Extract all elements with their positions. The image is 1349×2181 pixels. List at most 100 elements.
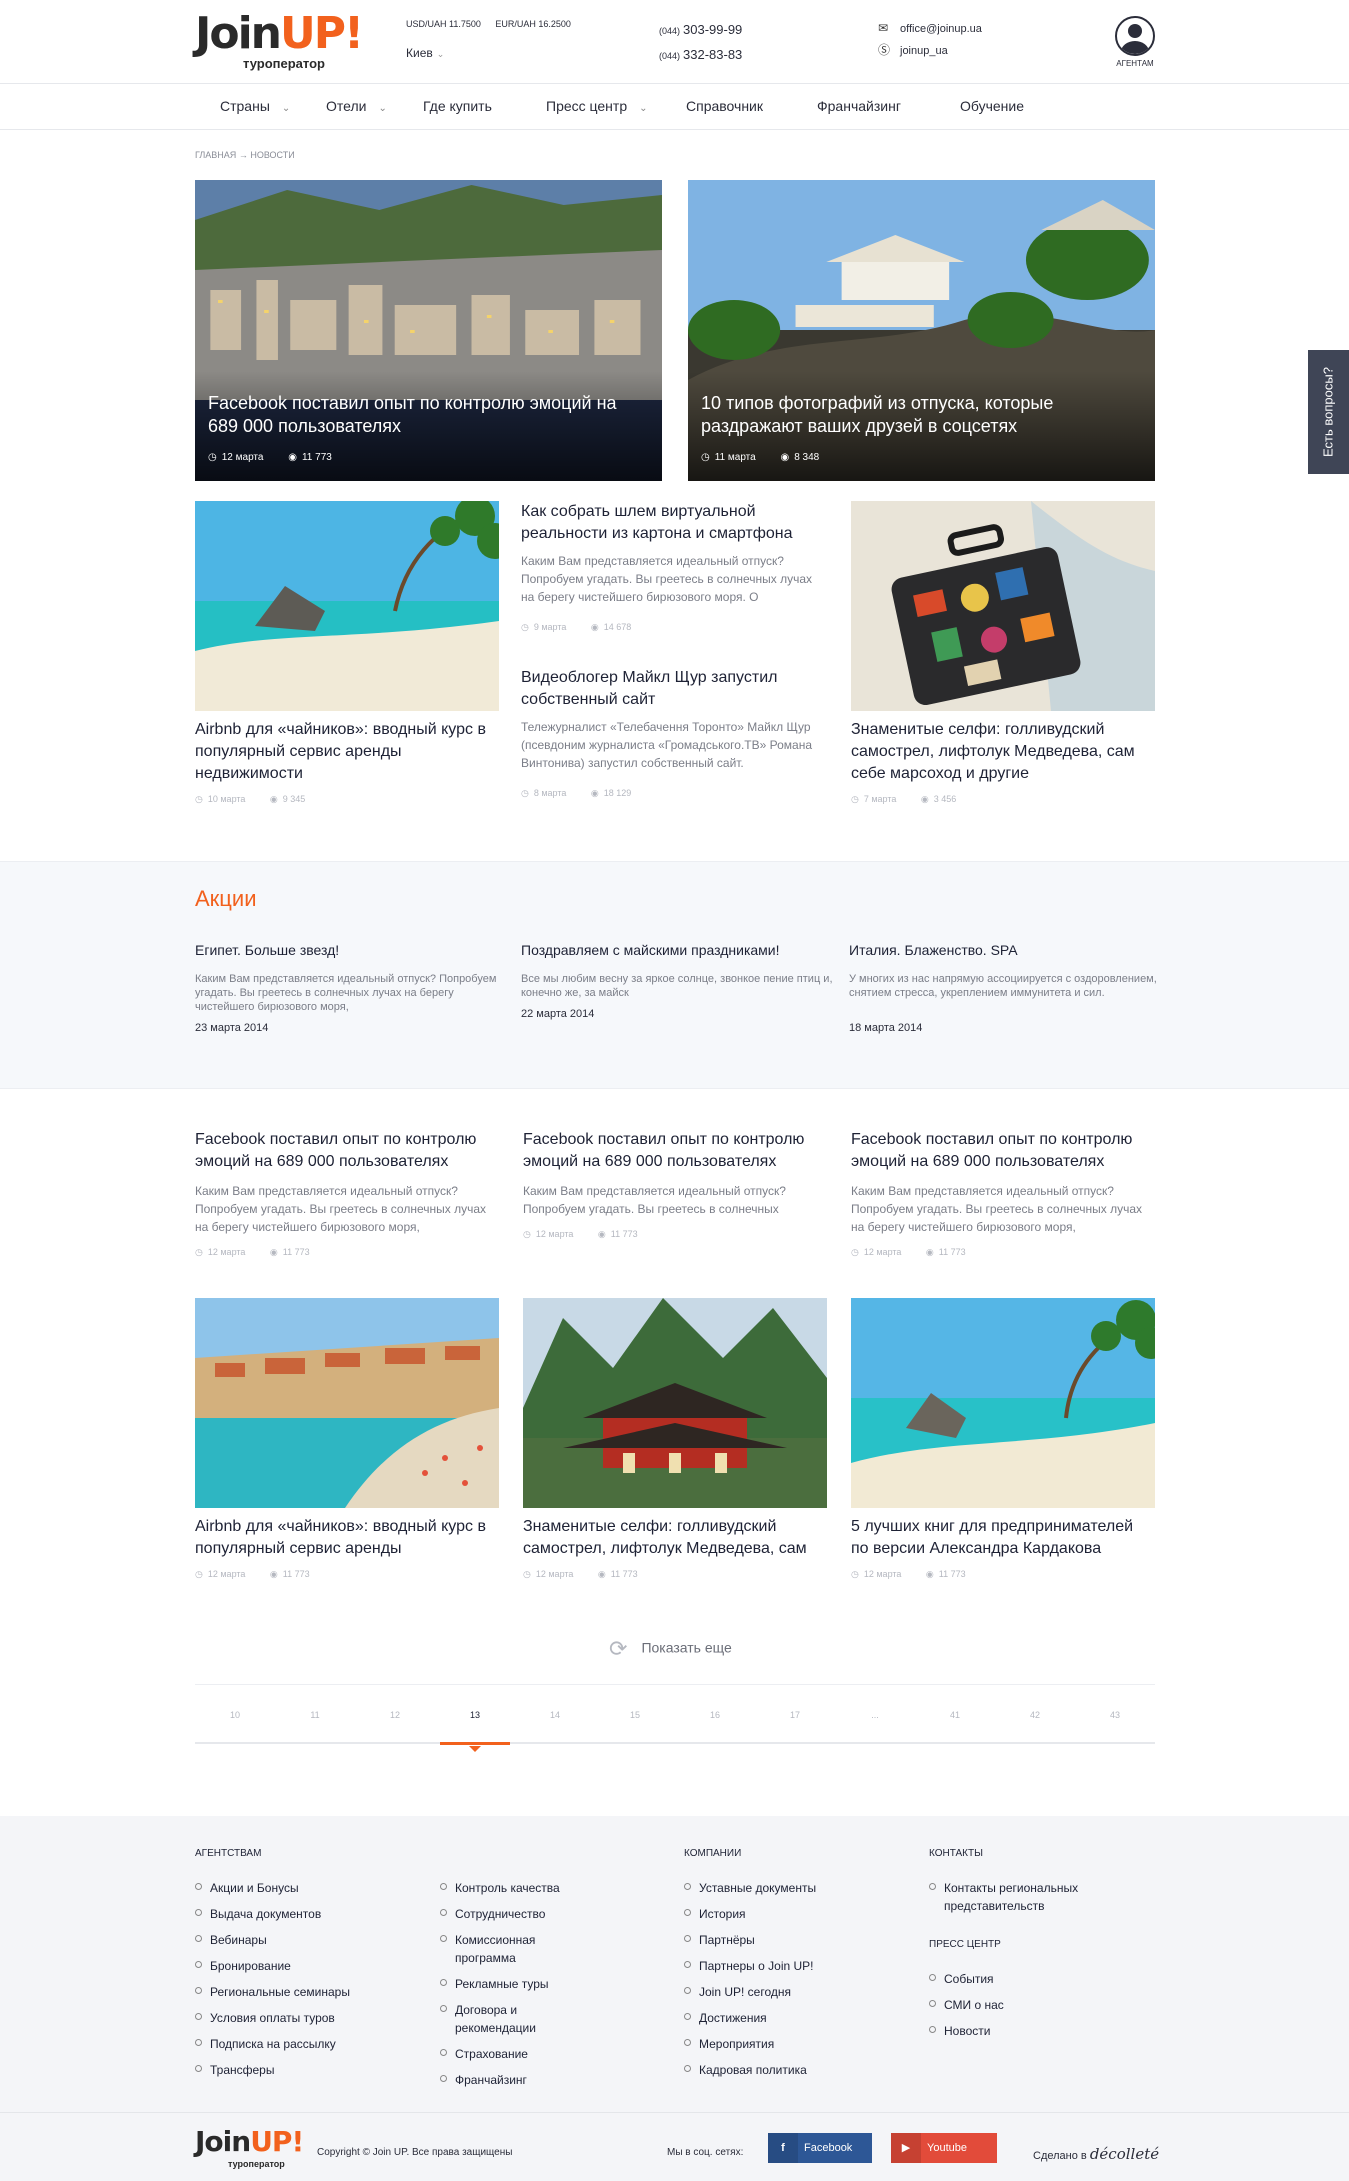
footer-link[interactable]: Уставные документы <box>684 1879 817 1897</box>
footer-link[interactable]: Новости <box>929 2022 990 2040</box>
article-image-old-town[interactable] <box>195 1298 499 1508</box>
footer-link[interactable]: Мероприятия <box>684 2035 774 2053</box>
clock-icon: ◷ <box>701 452 710 463</box>
article-image-beach[interactable] <box>195 501 499 711</box>
bullet-icon <box>440 1979 447 1986</box>
footer-link[interactable]: СМИ о нас <box>929 1996 1004 2014</box>
footer-link[interactable]: Контакты региональных представительств <box>929 1879 1114 1915</box>
footer-link[interactable]: Вебинары <box>195 1931 267 1949</box>
article-title[interactable]: Знаменитые селфи: голливудский самострел… <box>523 1516 827 1560</box>
page-link[interactable]: 10 <box>195 1710 275 1720</box>
skype-link[interactable]: Ⓢjoinup_ua <box>878 40 982 62</box>
footer-link-label: Выдача документов <box>210 1907 322 1921</box>
footer-link-label: Партнеры о Join UP! <box>699 1959 814 1973</box>
city-selector[interactable]: Киев ⌄ <box>406 46 444 60</box>
page-link[interactable]: 17 <box>755 1710 835 1720</box>
page-link[interactable]: 15 <box>595 1710 675 1720</box>
article-title[interactable]: Знаменитые селфи: голливудский самострел… <box>851 719 1155 785</box>
footer-link[interactable]: Страхование <box>440 2045 595 2063</box>
suitcase-photo <box>851 501 1155 711</box>
page-link[interactable]: 12 <box>355 1710 435 1720</box>
article-title[interactable]: Facebook поставил опыт по контролю эмоци… <box>851 1129 1155 1173</box>
active-page-pointer <box>469 1746 481 1752</box>
promo-item[interactable]: Италия. Блаженство. SPA У многих из нас … <box>849 942 1164 1034</box>
nav-item-press-center[interactable]: Пресс центр ⌄ <box>546 98 648 114</box>
footer-link-label: Уставные документы <box>699 1881 817 1895</box>
footer-logo-up: UP! <box>250 2125 304 2158</box>
page-link[interactable]: 11 <box>275 1710 355 1720</box>
footer-link[interactable]: Партнёры <box>684 1931 755 1949</box>
nav-item-where-to-buy[interactable]: Где купить <box>423 98 492 114</box>
youtube-button[interactable]: ▶ Youtube <box>891 2133 997 2163</box>
chevron-down-icon: ⌄ <box>378 103 387 114</box>
footer-link[interactable]: Региональные семинары <box>195 1983 350 2001</box>
logo[interactable]: JoinUP! туроператор <box>195 10 365 76</box>
clock-icon: ◷ <box>195 794 203 804</box>
hero-date: 12 марта <box>221 452 264 463</box>
page-link[interactable]: 42 <box>995 1710 1075 1720</box>
nav-item-reference[interactable]: Справочник <box>686 98 763 114</box>
show-more-button[interactable]: ⟳ Показать еще <box>609 1636 732 1662</box>
bullet-icon <box>684 1909 691 1916</box>
article-image-temple[interactable] <box>523 1298 827 1508</box>
article-title[interactable]: Facebook поставил опыт по контролю эмоци… <box>523 1129 827 1173</box>
questions-tab[interactable]: Есть вопросы? <box>1308 350 1349 474</box>
page-link[interactable]: 41 <box>915 1710 995 1720</box>
promo-item[interactable]: Поздравляем с майскими праздниками! Все … <box>521 942 836 1020</box>
footer-link[interactable]: Подписка на рассылку <box>195 2035 336 2053</box>
footer-link[interactable]: Достижения <box>684 2009 767 2027</box>
page-link[interactable]: 16 <box>675 1710 755 1720</box>
article-title[interactable]: Видеоблогер Майкл Щур запустил собственн… <box>521 667 825 711</box>
phone-1[interactable]: (044) 303-99-99 <box>659 18 742 43</box>
footer-link[interactable]: Бронирование <box>195 1957 291 1975</box>
article-title[interactable]: Airbnb для «чайников»: вводный курс в по… <box>195 719 499 785</box>
promo-item[interactable]: Египет. Больше звезд! Каким Вам представ… <box>195 942 510 1034</box>
footer-link[interactable]: Партнеры о Join UP! <box>684 1957 814 1975</box>
hero-card[interactable]: Facebook поставил опыт по контролю эмоци… <box>195 180 662 481</box>
page-link[interactable]: 14 <box>515 1710 595 1720</box>
promotions-section: Акции Египет. Больше звезд! Каким Вам пр… <box>0 861 1349 1089</box>
article-title[interactable]: Facebook поставил опыт по контролю эмоци… <box>195 1129 499 1173</box>
bullet-icon <box>929 1974 936 1981</box>
hero-meta: ◷ 12 марта ◉ 11 773 <box>208 452 354 463</box>
footer-link[interactable]: Сотрудничество <box>440 1905 595 1923</box>
footer-link[interactable]: Трансферы <box>195 2061 274 2079</box>
clock-icon: ◷ <box>195 1569 203 1579</box>
page-link-active[interactable]: 13 <box>435 1710 515 1720</box>
article-image-tropical-beach[interactable] <box>851 1298 1155 1508</box>
footer-link[interactable]: Выдача документов <box>195 1905 322 1923</box>
facebook-button[interactable]: f Facebook <box>768 2133 872 2163</box>
footer-link[interactable]: Кадровая политика <box>684 2061 807 2079</box>
footer-link[interactable]: События <box>929 1970 994 1988</box>
footer-logo[interactable]: JoinUP! <box>195 2125 304 2158</box>
breadcrumb-home[interactable]: ГЛАВНАЯ <box>195 150 236 160</box>
phone-2[interactable]: (044) 332-83-83 <box>659 43 742 68</box>
page-link[interactable]: 43 <box>1075 1710 1155 1720</box>
footer-link[interactable]: Акции и Бонусы <box>195 1879 299 1897</box>
footer-link[interactable]: Договора и рекомендации <box>440 2001 555 2037</box>
made-by[interactable]: Сделано в décolleté <box>1033 2145 1159 2163</box>
user-icon <box>1115 16 1155 56</box>
footer-link[interactable]: Контроль качества <box>440 1879 595 1897</box>
nav-item-hotels[interactable]: Отели ⌄ <box>326 98 387 114</box>
tropical-beach-photo <box>851 1298 1155 1508</box>
footer-link[interactable]: История <box>684 1905 746 1923</box>
article-title[interactable]: 5 лучших книг для предпринимателей по ве… <box>851 1516 1155 1560</box>
footer-link[interactable]: Условия оплаты туров <box>195 2009 335 2027</box>
nav-item-countries[interactable]: Страны ⌄ <box>220 98 290 114</box>
nav-item-training[interactable]: Обучение <box>960 98 1024 114</box>
footer-link[interactable]: Комиссионная программа <box>440 1931 565 1967</box>
agents-button[interactable]: АГЕНТАМ <box>1112 16 1158 68</box>
article-views: 11 773 <box>938 1247 966 1257</box>
footer-link[interactable]: Join UP! сегодня <box>684 1983 791 2001</box>
promo-date: 23 марта 2014 <box>195 1022 269 1034</box>
email-link[interactable]: ✉ office@joinup.ua <box>878 18 982 40</box>
footer-link[interactable]: Рекламные туры <box>440 1975 595 1993</box>
article-image-suitcase[interactable] <box>851 501 1155 711</box>
article-title[interactable]: Airbnb для «чайников»: вводный курс в по… <box>195 1516 499 1560</box>
article-date: 12 марта <box>207 1569 246 1579</box>
nav-item-franchising[interactable]: Франчайзинг <box>817 98 901 114</box>
hero-card[interactable]: 10 типов фотографий из отпуска, которые … <box>688 180 1155 481</box>
footer-link[interactable]: Франчайзинг <box>440 2071 595 2089</box>
article-title[interactable]: Как собрать шлем виртуальной реальности … <box>521 501 825 545</box>
